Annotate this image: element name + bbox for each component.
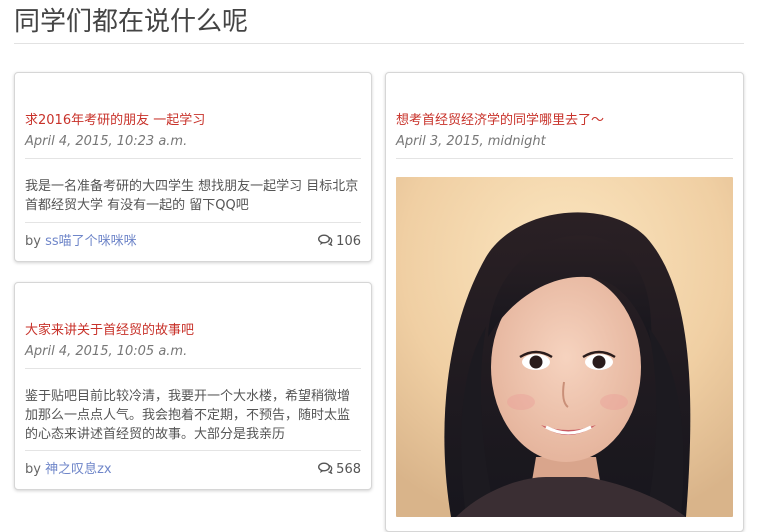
post-footer: by 神之叹息zx 568 <box>25 460 361 480</box>
post-title-link[interactable]: 求2016年考研的朋友 一起学习 <box>25 109 205 128</box>
post-card: 想考首经贸经济学的同学哪里去了～ April 3, 2015, midnight <box>385 72 744 532</box>
post-excerpt: 鉴于贴吧目前比较冷清，我要开一个大水楼，希望稍微增加那么一点点人气。我会抱着不定… <box>25 389 351 442</box>
post-photo[interactable] <box>396 177 733 517</box>
post-date: April 3, 2015, midnight <box>396 134 546 149</box>
author-link[interactable]: 神之叹息zx <box>45 462 112 477</box>
portrait-image <box>396 177 733 517</box>
post-card: 求2016年考研的朋友 一起学习 April 4, 2015, 10:23 a.… <box>14 72 372 262</box>
post-footer: by ss喵了个咪咪咪 106 <box>25 232 361 252</box>
by-label: by <box>25 462 41 477</box>
comment-count-value: 568 <box>336 462 361 477</box>
comment-count[interactable]: 568 <box>318 460 361 480</box>
divider <box>25 222 361 223</box>
divider <box>25 368 361 369</box>
author-link[interactable]: ss喵了个咪咪咪 <box>45 234 137 249</box>
comment-count-value: 106 <box>336 234 361 249</box>
comment-count[interactable]: 106 <box>318 232 361 252</box>
post-excerpt: 我是一名准备考研的大四学生 想找朋友一起学习 目标北京首都经贸大学 有没有一起的… <box>25 179 359 213</box>
post-title-link[interactable]: 想考首经贸经济学的同学哪里去了～ <box>396 109 604 128</box>
post-date: April 4, 2015, 10:05 a.m. <box>25 344 188 359</box>
page-title: 同学们都在说什么呢 <box>14 7 249 37</box>
post-title-link[interactable]: 大家来讲关于首经贸的故事吧 <box>25 319 194 338</box>
divider <box>25 450 361 451</box>
divider <box>25 158 361 159</box>
post-card: 大家来讲关于首经贸的故事吧 April 4, 2015, 10:05 a.m. … <box>14 282 372 490</box>
post-date: April 4, 2015, 10:23 a.m. <box>25 134 188 149</box>
title-divider <box>14 43 744 44</box>
comment-bubbles-icon <box>318 462 333 474</box>
divider <box>396 158 733 159</box>
by-label: by <box>25 234 41 249</box>
comment-bubbles-icon <box>318 234 333 246</box>
